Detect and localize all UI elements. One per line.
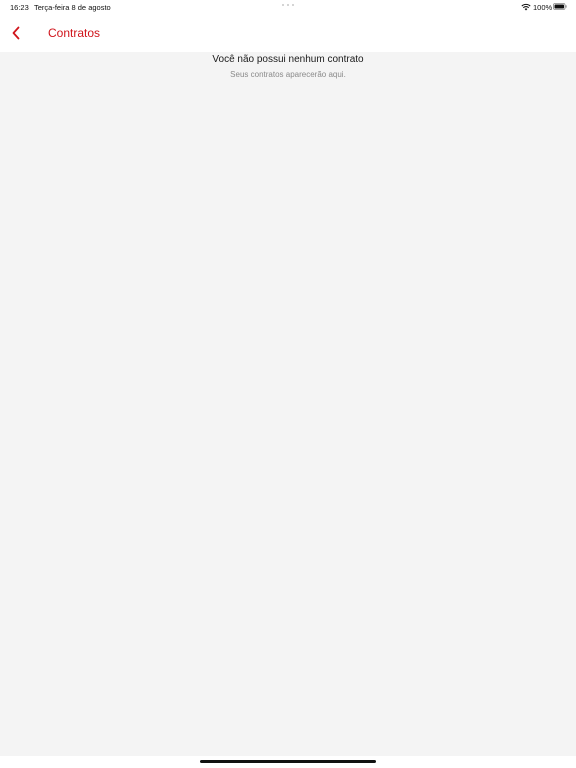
home-indicator[interactable] (200, 760, 376, 763)
empty-state-title: Você não possui nenhum contrato (212, 54, 364, 65)
status-date: Terça-feira 8 de agosto (34, 3, 111, 12)
app-screen: 16:23 Terça-feira 8 de agosto 100% Contr… (0, 0, 576, 768)
page-title: Contratos (48, 26, 101, 40)
battery-icon (553, 3, 567, 10)
back-button[interactable] (6, 22, 26, 44)
contracts-list-area: Você não possui nenhum contrato Seus con… (0, 52, 576, 756)
wifi-icon (521, 3, 531, 11)
status-bar: 16:23 Terça-feira 8 de agosto 100% (0, 0, 576, 14)
navigation-bar: Contratos (0, 14, 576, 52)
status-time: 16:23 (10, 3, 29, 12)
multitasking-dots[interactable] (282, 4, 294, 6)
chevron-left-icon (12, 26, 20, 40)
battery-percent: 100% (533, 3, 553, 12)
empty-state-subtitle: Seus contratos aparecerão aqui. (230, 70, 346, 79)
home-indicator-area (0, 756, 576, 768)
